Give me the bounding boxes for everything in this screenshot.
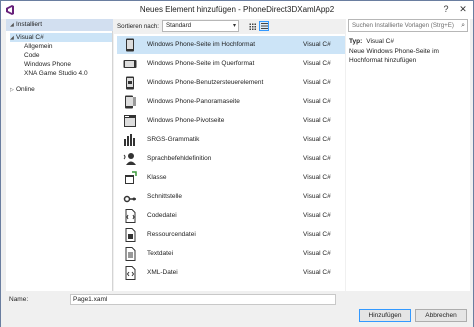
template-name: Codedatei <box>147 212 177 219</box>
add-button[interactable]: Hinzufügen <box>359 309 411 322</box>
template-name: Windows Phone-Panoramaseite <box>147 98 240 105</box>
add-new-item-dialog: Neues Element hinzufügen - PhoneDirect3D… <box>0 0 474 327</box>
template-description: Neue Windows Phone-Seite im Hochformat h… <box>349 48 439 64</box>
template-language: Visual C# <box>303 212 331 219</box>
template-row[interactable]: Windows Phone-Seite im Hochformat Visual … <box>117 36 345 54</box>
sort-value: Standard <box>166 22 192 29</box>
name-field[interactable]: Page1.xaml <box>70 294 336 305</box>
tree-item-online[interactable]: ▷ Online <box>10 85 35 94</box>
medium-icons-view-button[interactable] <box>247 21 257 31</box>
template-row[interactable]: Ressourcendatei Visual C# <box>117 226 345 244</box>
template-row[interactable]: Windows Phone-Pivotseite Visual C# <box>117 112 345 130</box>
template-row[interactable]: Windows Phone-Benutzersteuerelement Visua… <box>117 74 345 92</box>
template-pane: Sortieren nach: Standard ▾ Windows Phone… <box>114 19 345 304</box>
tree-item-visual-csharp[interactable]: ◢ Visual C# <box>10 33 112 42</box>
template-language: Visual C# <box>303 79 331 86</box>
template-row[interactable]: Codedatei Visual C# <box>117 207 345 225</box>
template-name: SRGS-Grammatik <box>147 136 200 143</box>
template-row[interactable]: Klasse Visual C# <box>117 169 345 187</box>
chevron-down-icon: ▾ <box>232 23 236 29</box>
phone-panorama-icon <box>125 95 136 109</box>
template-language: Visual C# <box>303 117 331 124</box>
dialog-footer: Name: Page1.xaml Hinzufügen Abbrechen <box>1 291 473 327</box>
template-language: Visual C# <box>303 60 331 67</box>
phone-landscape-icon <box>123 60 137 68</box>
search-placeholder: Suchen Installierte Vorlagen (Strg+E) <box>352 22 454 29</box>
tree-item-label: Code <box>24 52 40 59</box>
search-icon[interactable]: ⌕ <box>461 20 465 31</box>
close-button[interactable]: ✕ <box>456 3 470 15</box>
tree-item-windows-phone[interactable]: Windows Phone <box>24 60 71 69</box>
tree-item-xna-game-studio[interactable]: XNA Game Studio 4.0 <box>24 69 88 78</box>
template-name: Windows Phone-Seite im Querformat <box>147 60 255 67</box>
tree-header-label: Installiert <box>16 21 43 28</box>
sort-toolbar: Sortieren nach: Standard ▾ <box>114 19 345 34</box>
title-bar[interactable]: Neues Element hinzufügen - PhoneDirect3D… <box>1 1 473 19</box>
interface-icon <box>123 195 136 203</box>
tree-item-label: Visual C# <box>16 34 44 41</box>
class-icon <box>125 171 137 184</box>
xml-file-icon <box>125 266 136 280</box>
list-view-icon <box>261 23 268 30</box>
template-name: Windows Phone-Benutzersteuerelement <box>147 79 264 86</box>
tree-item-label: Online <box>16 86 35 93</box>
sort-label: Sortieren nach: <box>117 23 159 30</box>
template-name: XML-Datei <box>147 269 178 276</box>
phone-portrait-icon <box>126 38 134 52</box>
template-row[interactable]: Windows Phone-Panoramaseite Visual C# <box>117 93 345 111</box>
template-row[interactable]: XML-Datei Visual C# <box>117 264 345 282</box>
template-language: Visual C# <box>303 136 331 143</box>
template-language: Visual C# <box>303 231 331 238</box>
template-row[interactable]: Sprachbefehldefinition Visual C# <box>117 150 345 168</box>
search-input[interactable]: Suchen Installierte Vorlagen (Strg+E) ⌕ <box>348 19 468 32</box>
category-tree: ◢ Installiert ◢ Visual C# Allgemein Code W… <box>6 19 113 304</box>
sort-dropdown[interactable]: Standard ▾ <box>162 20 239 32</box>
type-info: Typ: Visual C# <box>349 38 394 45</box>
template-name: Windows Phone-Pivotseite <box>147 117 225 124</box>
template-language: Visual C# <box>303 250 331 257</box>
template-list: Windows Phone-Seite im Hochformat Visual … <box>114 34 345 304</box>
template-language: Visual C# <box>303 174 331 181</box>
tree-item-label: Windows Phone <box>24 61 71 68</box>
template-name: Ressourcendatei <box>147 231 196 238</box>
template-name: Textdatei <box>147 250 174 257</box>
template-row[interactable]: SRGS-Grammatik Visual C# <box>117 131 345 149</box>
template-language: Visual C# <box>303 98 331 105</box>
tree-item-allgemein[interactable]: Allgemein <box>24 42 53 51</box>
type-value: Visual C# <box>366 38 394 45</box>
tree-item-code[interactable]: Code <box>24 51 40 60</box>
dialog-body: ◢ Installiert ◢ Visual C# Allgemein Code W… <box>6 19 470 304</box>
text-file-icon <box>125 247 136 261</box>
name-label: Name: <box>9 296 29 303</box>
template-language: Visual C# <box>303 193 331 200</box>
template-language: Visual C# <box>303 269 331 276</box>
tree-item-label: XNA Game Studio 4.0 <box>24 70 88 77</box>
template-row[interactable]: Schnittstelle Visual C# <box>117 188 345 206</box>
srgs-grammar-icon <box>124 134 135 146</box>
code-file-icon <box>125 209 136 223</box>
template-name: Schnittstelle <box>147 193 183 200</box>
type-label: Typ: <box>349 38 363 45</box>
details-pane: Suchen Installierte Vorlagen (Strg+E) ⌕ … <box>346 19 470 304</box>
help-button[interactable]: ? <box>439 3 453 15</box>
voice-command-icon <box>123 153 136 165</box>
tree-item-label: Allgemein <box>24 43 53 50</box>
template-name: Klasse <box>147 174 167 181</box>
template-name: Sprachbefehldefinition <box>147 155 212 162</box>
list-view-button[interactable] <box>259 21 269 31</box>
window-title: Neues Element hinzufügen - PhoneDirect3D… <box>139 5 335 14</box>
tree-header-installed[interactable]: ◢ Installiert <box>6 19 113 31</box>
grid-view-icon <box>249 23 256 30</box>
phone-pivot-icon <box>124 115 136 127</box>
template-name: Windows Phone-Seite im Hochformat <box>147 41 256 48</box>
resource-file-icon <box>125 228 136 242</box>
template-language: Visual C# <box>303 41 331 48</box>
template-language: Visual C# <box>303 155 331 162</box>
cancel-button[interactable]: Abbrechen <box>415 309 467 322</box>
phone-usercontrol-icon <box>126 76 134 90</box>
template-row[interactable]: Windows Phone-Seite im Querformat Visual … <box>117 55 345 73</box>
template-row[interactable]: Textdatei Visual C# <box>117 245 345 263</box>
